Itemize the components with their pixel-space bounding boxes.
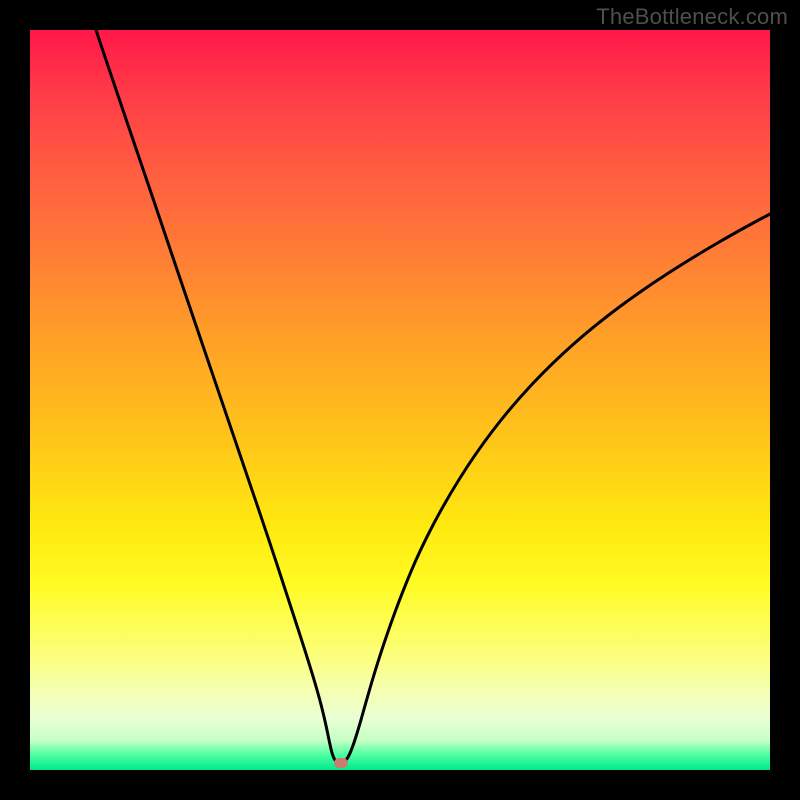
bottleneck-curve bbox=[30, 30, 770, 770]
plot-gradient-area bbox=[30, 30, 770, 770]
chart-frame: TheBottleneck.com bbox=[0, 0, 800, 800]
optimal-point-marker bbox=[334, 758, 348, 768]
watermark-text: TheBottleneck.com bbox=[596, 4, 788, 30]
